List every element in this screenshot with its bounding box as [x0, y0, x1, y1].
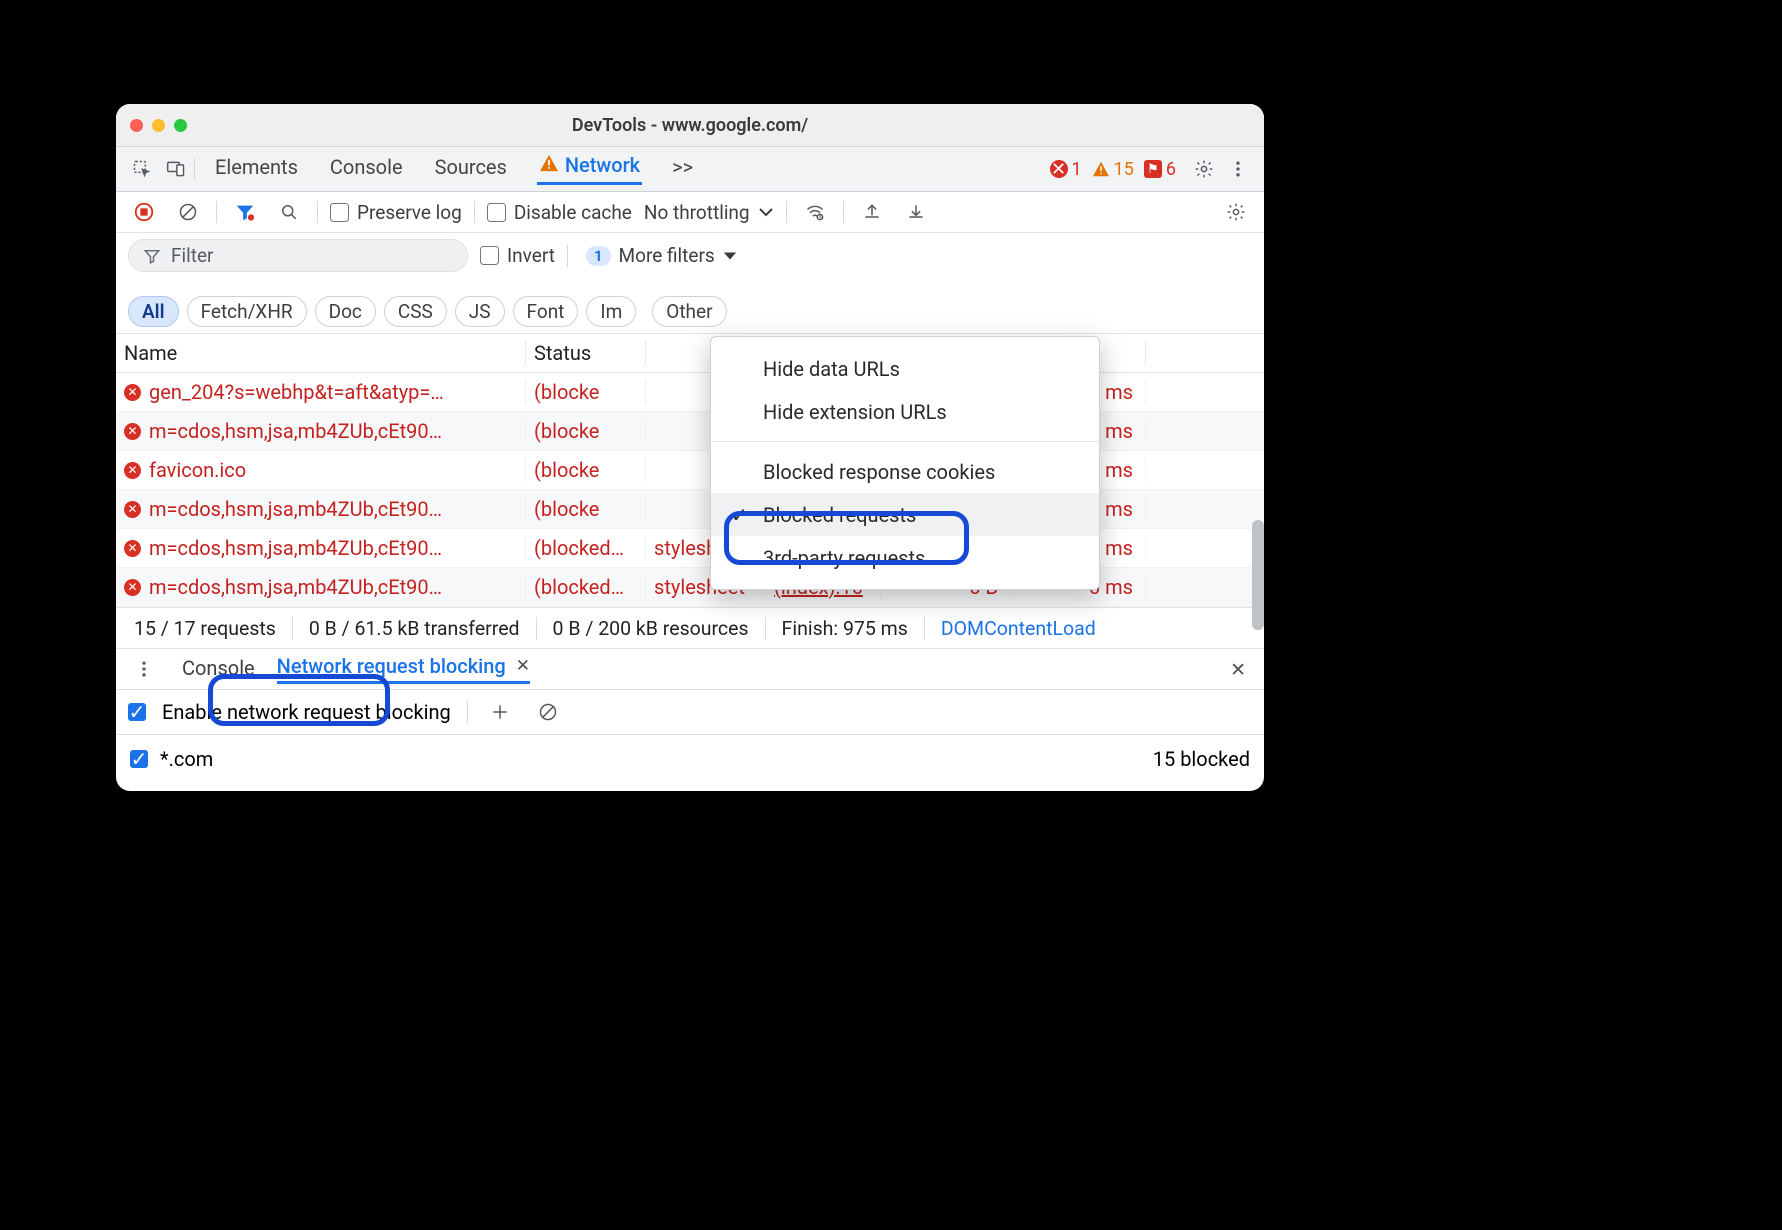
- window-title: DevTools - www.google.com/: [116, 115, 1264, 136]
- tab-console[interactable]: Console: [328, 153, 405, 185]
- pill-other[interactable]: Other: [652, 296, 726, 327]
- pill-font[interactable]: Font: [513, 296, 579, 327]
- tab-elements[interactable]: Elements: [213, 153, 300, 185]
- warnings-badge[interactable]: 15: [1092, 159, 1134, 180]
- drawer-kebab-icon[interactable]: [128, 653, 160, 685]
- error-status-icon: ✕: [124, 540, 141, 557]
- search-icon[interactable]: [273, 196, 305, 228]
- pill-fetch-xhr[interactable]: Fetch/XHR: [187, 296, 307, 327]
- errors-badge[interactable]: ✕1: [1050, 159, 1082, 180]
- pill-doc[interactable]: Doc: [315, 296, 376, 327]
- warning-icon: [539, 153, 559, 177]
- drawer-tab-console[interactable]: Console: [182, 656, 255, 683]
- pattern-blocked-count: 15 blocked: [1153, 747, 1250, 771]
- device-toolbar-icon[interactable]: [160, 153, 192, 185]
- col-name[interactable]: Name: [116, 341, 526, 365]
- tab-overflow[interactable]: >>: [670, 153, 695, 185]
- network-conditions-icon[interactable]: [799, 196, 831, 228]
- window-controls: [130, 119, 187, 132]
- enable-blocking-label: Enable network request blocking: [162, 700, 451, 724]
- pill-js[interactable]: JS: [455, 296, 505, 327]
- filter-hide-data-urls[interactable]: Hide data URLs: [711, 347, 1099, 390]
- more-filters-toggle[interactable]: 1 More filters: [580, 242, 743, 269]
- filter-blocked-requests[interactable]: ✓ Blocked requests: [711, 493, 1099, 536]
- throttling-select[interactable]: No throttling: [644, 201, 774, 224]
- more-filters-dropdown: Hide data URLs Hide extension URLs Block…: [710, 336, 1100, 590]
- import-har-icon[interactable]: [900, 196, 932, 228]
- issue-badges: ✕1 15 ⚑6: [1050, 159, 1176, 180]
- record-icon[interactable]: [128, 196, 160, 228]
- pill-css[interactable]: CSS: [384, 296, 447, 327]
- filter-bar: Filter Invert 1 More filters All Fetch/X…: [116, 233, 1264, 334]
- blocking-toolbar: ✓ Enable network request blocking: [116, 690, 1264, 735]
- network-toolbar: Preserve log Disable cache No throttling: [116, 192, 1264, 233]
- remove-all-patterns-icon[interactable]: [532, 696, 564, 728]
- status-finish: Finish: 975 ms: [766, 617, 925, 640]
- kebab-menu-icon[interactable]: [1222, 153, 1254, 185]
- enable-blocking-checkbox[interactable]: ✓: [128, 703, 146, 721]
- filter-blocked-cookies[interactable]: Blocked response cookies: [711, 450, 1099, 493]
- titlebar: DevTools - www.google.com/: [116, 104, 1264, 147]
- drawer-close-icon[interactable]: ✕: [1230, 658, 1252, 681]
- drawer-tabbar: Console Network request blocking ✕ ✕: [116, 649, 1264, 690]
- error-status-icon: ✕: [124, 501, 141, 518]
- status-domcontentloaded: DOMContentLoad: [925, 617, 1112, 640]
- invert-checkbox[interactable]: Invert: [480, 244, 555, 267]
- network-settings-icon[interactable]: [1220, 196, 1252, 228]
- filter-input[interactable]: Filter: [128, 239, 468, 272]
- pill-all[interactable]: All: [128, 296, 179, 327]
- filter-3rd-party-requests[interactable]: 3rd-party requests: [711, 536, 1099, 579]
- error-status-icon: ✕: [124, 423, 141, 440]
- pill-img[interactable]: Im: [586, 296, 636, 327]
- error-status-icon: ✕: [124, 462, 141, 479]
- preserve-log-checkbox[interactable]: Preserve log: [330, 201, 462, 224]
- status-bar: 15 / 17 requests 0 B / 61.5 kB transferr…: [116, 607, 1264, 649]
- clear-icon[interactable]: [172, 196, 204, 228]
- filter-hide-extension-urls[interactable]: Hide extension URLs: [711, 390, 1099, 433]
- drawer-tab-request-blocking[interactable]: Network request blocking ✕: [277, 654, 530, 684]
- tab-network[interactable]: Network: [537, 153, 642, 185]
- settings-icon[interactable]: [1188, 153, 1220, 185]
- resource-type-pills: All Fetch/XHR Doc CSS JS Font Im Other: [128, 296, 727, 327]
- close-window-button[interactable]: [130, 119, 143, 132]
- col-status[interactable]: Status: [526, 341, 646, 365]
- error-status-icon: ✕: [124, 579, 141, 596]
- maximize-window-button[interactable]: [174, 119, 187, 132]
- checkmark-icon: ✓: [731, 503, 748, 527]
- devtools-window: DevTools - www.google.com/ Elements Cons…: [116, 104, 1264, 791]
- devtools-tabbar: Elements Console Sources Network >> ✕1 1…: [116, 147, 1264, 192]
- filter-toggle-icon[interactable]: [229, 196, 261, 228]
- block-pattern-row[interactable]: ✓ *.com 15 blocked: [116, 735, 1264, 791]
- minimize-window-button[interactable]: [152, 119, 165, 132]
- status-resources: 0 B / 200 kB resources: [537, 617, 766, 640]
- close-icon[interactable]: ✕: [516, 656, 530, 676]
- error-status-icon: ✕: [124, 384, 141, 401]
- disable-cache-checkbox[interactable]: Disable cache: [487, 201, 632, 224]
- messages-badge[interactable]: ⚑6: [1144, 159, 1176, 180]
- export-har-icon[interactable]: [856, 196, 888, 228]
- tab-sources[interactable]: Sources: [433, 153, 509, 185]
- scrollbar[interactable]: [1252, 520, 1264, 630]
- more-filters-count: 1: [586, 246, 611, 266]
- add-pattern-icon[interactable]: [484, 696, 516, 728]
- status-requests: 15 / 17 requests: [118, 617, 293, 640]
- inspect-element-icon[interactable]: [126, 153, 158, 185]
- filter-placeholder: Filter: [171, 244, 213, 267]
- pattern-text: *.com: [160, 747, 213, 771]
- status-transferred: 0 B / 61.5 kB transferred: [293, 617, 537, 640]
- pattern-checkbox[interactable]: ✓: [130, 750, 148, 768]
